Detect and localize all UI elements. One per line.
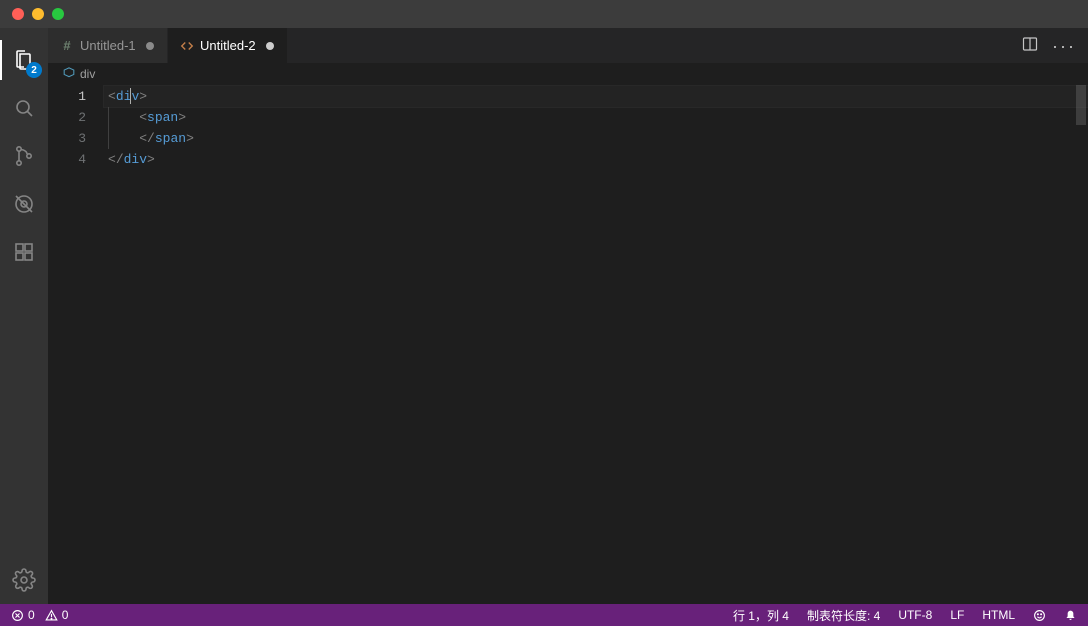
status-language[interactable]: HTML: [979, 608, 1018, 622]
bell-icon: [1064, 609, 1077, 622]
line-number: 4: [48, 149, 86, 170]
line-number: 1: [48, 86, 86, 107]
status-eol[interactable]: LF: [947, 608, 967, 622]
text-editor[interactable]: 1 2 3 4 <div> <span> </span></div>: [48, 85, 1088, 604]
debug-icon: [12, 192, 36, 216]
editor-group: # Untitled-1 Untitled-2: [48, 28, 1088, 604]
status-cursor-position[interactable]: 行 1，列 4: [730, 607, 792, 624]
file-type-icon: [180, 39, 194, 53]
dirty-indicator: [146, 42, 154, 50]
status-notifications[interactable]: [1061, 609, 1080, 622]
code-line: <div>: [104, 86, 1088, 107]
line-number: 3: [48, 128, 86, 149]
source-control-icon: [12, 144, 36, 168]
window-zoom-button[interactable]: [52, 8, 64, 20]
warning-icon: [45, 609, 58, 622]
tab-label: Untitled-1: [80, 38, 136, 53]
tab-untitled-1[interactable]: # Untitled-1: [48, 28, 168, 63]
line-number: 2: [48, 107, 86, 128]
split-editor-icon: [1022, 36, 1038, 52]
more-actions-button[interactable]: ···: [1052, 37, 1076, 55]
error-icon: [11, 609, 24, 622]
editor-toolbar: ···: [1010, 28, 1088, 63]
activity-scm[interactable]: [0, 132, 48, 180]
activity-extensions[interactable]: [0, 228, 48, 276]
window-titlebar: [0, 0, 1088, 28]
smiley-icon: [1033, 609, 1046, 622]
activity-bar: 2: [0, 28, 48, 604]
search-icon: [12, 96, 36, 120]
status-encoding[interactable]: UTF-8: [895, 608, 935, 622]
error-count: 0: [28, 608, 35, 622]
code-content[interactable]: <div> <span> </span></div>: [104, 85, 1088, 604]
tab-bar: # Untitled-1 Untitled-2: [48, 28, 1088, 63]
window-close-button[interactable]: [12, 8, 24, 20]
activity-search[interactable]: [0, 84, 48, 132]
status-indentation[interactable]: 制表符长度: 4: [804, 607, 883, 624]
window-minimize-button[interactable]: [32, 8, 44, 20]
breadcrumb-item: div: [80, 67, 95, 81]
code-line: <span>: [104, 107, 1088, 128]
warning-count: 0: [62, 608, 69, 622]
file-type-icon: #: [60, 39, 74, 53]
explorer-badge: 2: [26, 62, 42, 78]
activity-debug[interactable]: [0, 180, 48, 228]
scrollbar-thumb[interactable]: [1076, 85, 1086, 125]
gear-icon: [12, 568, 36, 592]
workbench: 2: [0, 28, 1088, 604]
tab-label: Untitled-2: [200, 38, 256, 53]
activity-explorer[interactable]: 2: [0, 36, 48, 84]
split-editor-button[interactable]: [1022, 36, 1038, 55]
code-icon: [180, 39, 194, 53]
activity-settings[interactable]: [0, 556, 48, 604]
extensions-icon: [12, 240, 36, 264]
code-line: </div>: [104, 149, 1088, 170]
tab-untitled-2[interactable]: Untitled-2: [168, 28, 288, 63]
dirty-indicator: [266, 42, 274, 50]
line-number-gutter: 1 2 3 4: [48, 85, 104, 604]
status-bar: 0 0 行 1，列 4 制表符长度: 4 UTF-8 LF HTML: [0, 604, 1088, 626]
code-line: </span>: [104, 128, 1088, 149]
breadcrumb[interactable]: div: [48, 63, 1088, 85]
symbol-icon: [62, 67, 76, 81]
status-feedback[interactable]: [1030, 609, 1049, 622]
status-problems[interactable]: 0 0: [8, 608, 71, 622]
